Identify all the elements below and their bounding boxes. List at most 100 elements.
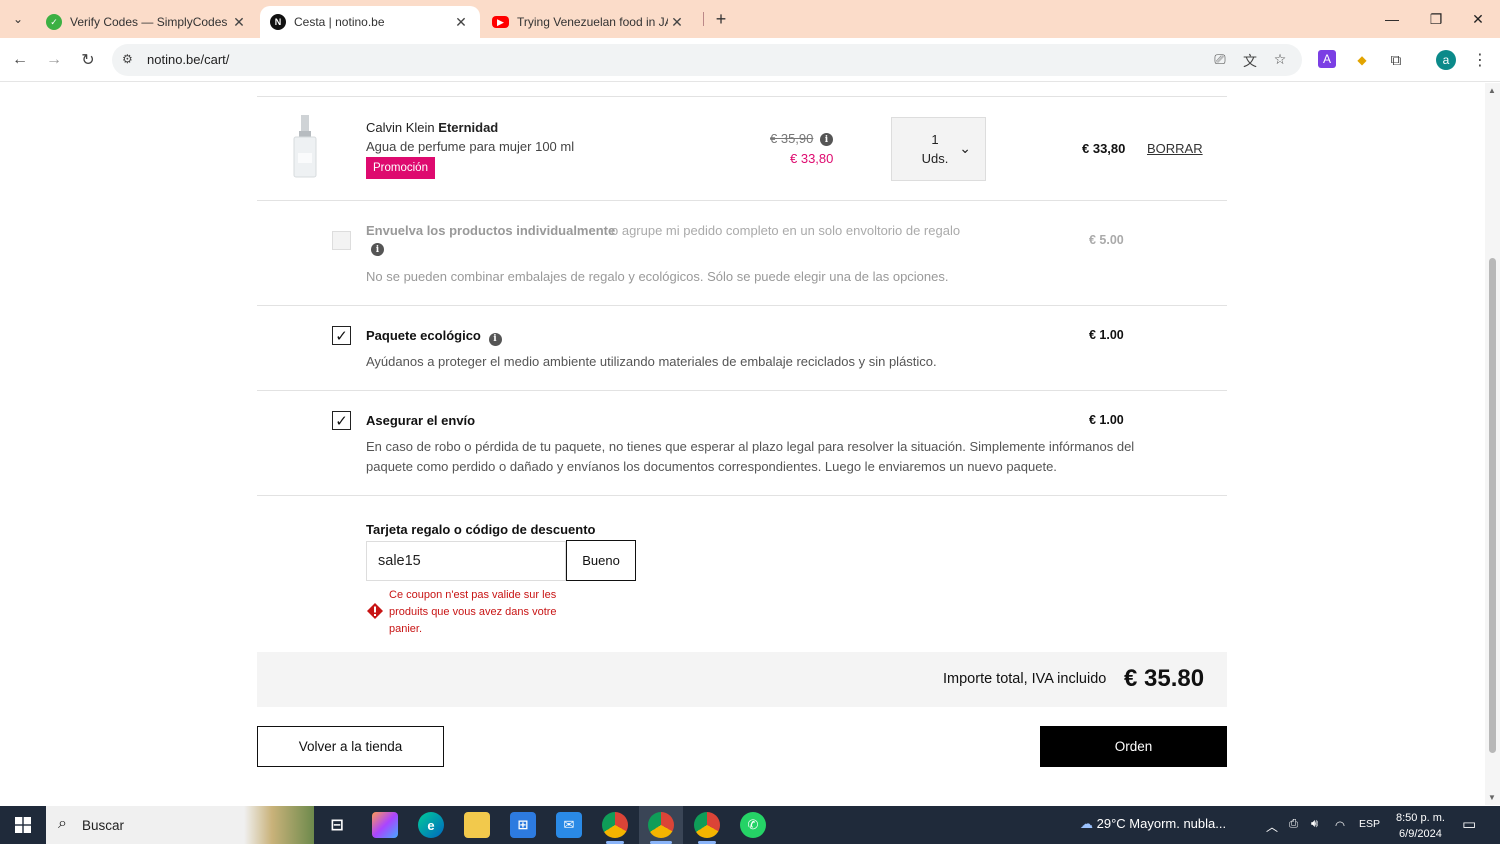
quantity-select[interactable]: 1 Uds. ⌄ [891,117,986,181]
divider [257,390,1227,391]
search-highlight-image [244,806,314,844]
scroll-thumb[interactable] [1489,258,1496,753]
tab-bar: ⌄ ✓ Verify Codes — SimplyCodes ✕ N Cesta… [0,0,1500,38]
coupon-label: Tarjeta regalo o código de descuento [366,522,596,537]
insurance-title: Asegurar el envío [366,413,476,428]
gift-wrap-title: Envuelva los productos individualmente [366,223,616,238]
order-button[interactable]: Orden [1040,726,1227,767]
notifications-icon[interactable]: ▭ [1462,815,1476,833]
info-icon[interactable]: i [820,133,833,146]
gift-wrap-checkbox[interactable] [332,231,351,250]
extension-leaf-icon[interactable]: ◆ [1352,50,1372,70]
eco-package-checkbox[interactable]: ✓ [332,326,351,345]
close-icon[interactable]: ✕ [668,14,686,31]
task-view-icon[interactable]: ⊟ [324,812,350,838]
insurance-checkbox[interactable]: ✓ [332,411,351,430]
youtube-icon: ▶ [492,16,509,28]
mail-icon[interactable]: ✉ [556,812,582,838]
product-brand: Calvin Klein [366,120,435,135]
site-settings-icon[interactable]: ⚙ [122,52,133,66]
simplycodes-icon: ✓ [46,14,62,30]
weather-text: 29°C Mayorm. nubla... [1096,816,1227,831]
reload-icon[interactable]: ↻ [76,48,100,72]
gift-wrap-description: No se pueden combinar embalajes de regal… [366,269,949,284]
apply-coupon-button[interactable]: Bueno [566,540,636,581]
info-icon[interactable]: i [488,332,502,346]
clock-time: 8:50 p. m. [1396,812,1445,824]
eco-package-title: Paquete ecológico [366,328,481,343]
eco-package-description: Ayúdanos a proteger el medio ambiente ut… [366,354,937,369]
url-text[interactable]: notino.be/cart/ [147,52,229,67]
back-to-shop-button[interactable]: Volver a la tienda [257,726,444,767]
divider [257,495,1227,496]
weather-widget[interactable]: ☁ 29°C Mayorm. nubla... [1080,816,1226,832]
tab-simplycodes[interactable]: ✓ Verify Codes — SimplyCodes ✕ [36,6,258,38]
remove-item-link[interactable]: BORRAR [1147,141,1203,156]
info-icon[interactable]: i [371,243,384,256]
omnibox[interactable]: ⚙ notino.be/cart/ ⎚ 文 ☆ [112,44,1302,76]
extensions-puzzle-icon[interactable]: ⧉ [1386,50,1406,70]
chevron-down-icon: ⌄ [959,140,971,156]
cart-page: Calvin Klein Eternidad Agua de perfume p… [0,83,1485,805]
scroll-down-icon[interactable]: ▼ [1488,793,1496,802]
old-price: € 35,90 [770,131,814,146]
insurance-description: En caso de robo o pérdida de tu paquete,… [366,439,1135,454]
clock[interactable]: 8:50 p. m. 6/9/2024 [1396,810,1445,842]
start-button[interactable] [0,806,46,844]
cloudy-weather-icon: ☁ [1080,816,1093,831]
coupon-error-message: Ce coupon n'est pas valide sur les produ… [389,589,557,635]
promo-price: € 33,80 [790,151,834,166]
chrome-profile-2-icon[interactable] [648,812,674,838]
file-explorer-icon[interactable] [464,812,490,838]
product-image [293,115,317,178]
edge-icon[interactable]: e [418,812,444,838]
volume-icon[interactable]: 🔊︎ [1311,818,1318,831]
close-icon[interactable]: ✕ [452,14,470,31]
clock-date: 6/9/2024 [1399,828,1442,840]
chrome-profile-3-icon[interactable] [694,812,720,838]
scroll-up-icon[interactable]: ▲ [1488,86,1496,95]
insurance-price: € 1.00 [1089,413,1124,427]
taskbar-search[interactable]: ⌕ Buscar [46,806,314,844]
install-app-icon[interactable]: ⎚ [1210,51,1230,69]
divider [257,200,1227,201]
tab-search-button[interactable]: ⌄ [6,7,30,31]
wifi-icon[interactable]: ◠ [1335,818,1345,832]
gift-wrap-price: € 5.00 [1089,233,1124,247]
total-value: € 35.80 [1124,665,1205,692]
whatsapp-icon[interactable]: ✆ [740,812,766,838]
product-name: Eternidad [438,120,499,135]
product-title[interactable]: Calvin Klein Eternidad [366,120,498,135]
chevron-up-icon[interactable]: ︿ [1266,818,1278,835]
divider [257,305,1227,306]
insurance-description: paquete como perdido o dañado y envíanos… [366,459,1057,474]
eco-package-price: € 1.00 [1089,328,1124,342]
minimize-button[interactable]: — [1370,0,1414,38]
gift-wrap-subtitle: o agrupe mi pedido completo en un solo e… [611,223,961,238]
forward-arrow-icon[interactable]: → [42,48,66,72]
chrome-profile-1-icon[interactable] [602,812,628,838]
meet-icon[interactable]: ⎙ [1289,818,1298,831]
new-tab-button[interactable]: + [710,8,732,30]
error-icon [367,603,383,619]
total-label: Importe total, IVA incluido [943,671,1107,687]
close-window-button[interactable]: ✕ [1456,0,1500,38]
language-indicator[interactable]: ESP [1359,818,1380,830]
restore-button[interactable]: ❐ [1414,0,1458,38]
tab-notino[interactable]: N Cesta | notino.be ✕ [260,6,480,38]
back-arrow-icon[interactable]: ← [8,48,32,72]
page-scrollbar[interactable]: ▲ ▼ [1485,83,1500,805]
coupon-input[interactable] [366,541,566,581]
profile-avatar[interactable]: a [1436,50,1456,70]
extension-a-icon[interactable]: A [1318,50,1336,68]
tab-separator [703,12,704,26]
eco-package-title-row: Paquete ecológico i [366,328,502,346]
bookmark-star-icon[interactable]: ☆ [1270,51,1290,69]
kebab-menu-icon[interactable]: ⋮ [1470,50,1490,70]
translate-icon[interactable]: 文 [1240,51,1260,69]
copilot-icon[interactable] [372,812,398,838]
close-icon[interactable]: ✕ [230,14,248,31]
tab-youtube[interactable]: ▶ Trying Venezuelan food in JAPAN ✕ [482,6,696,38]
store-icon[interactable]: ⊞ [510,812,536,838]
address-bar: ← → ↻ ⚙ notino.be/cart/ ⎚ 文 ☆ A ◆ ⧉ a ⋮ [0,38,1500,82]
